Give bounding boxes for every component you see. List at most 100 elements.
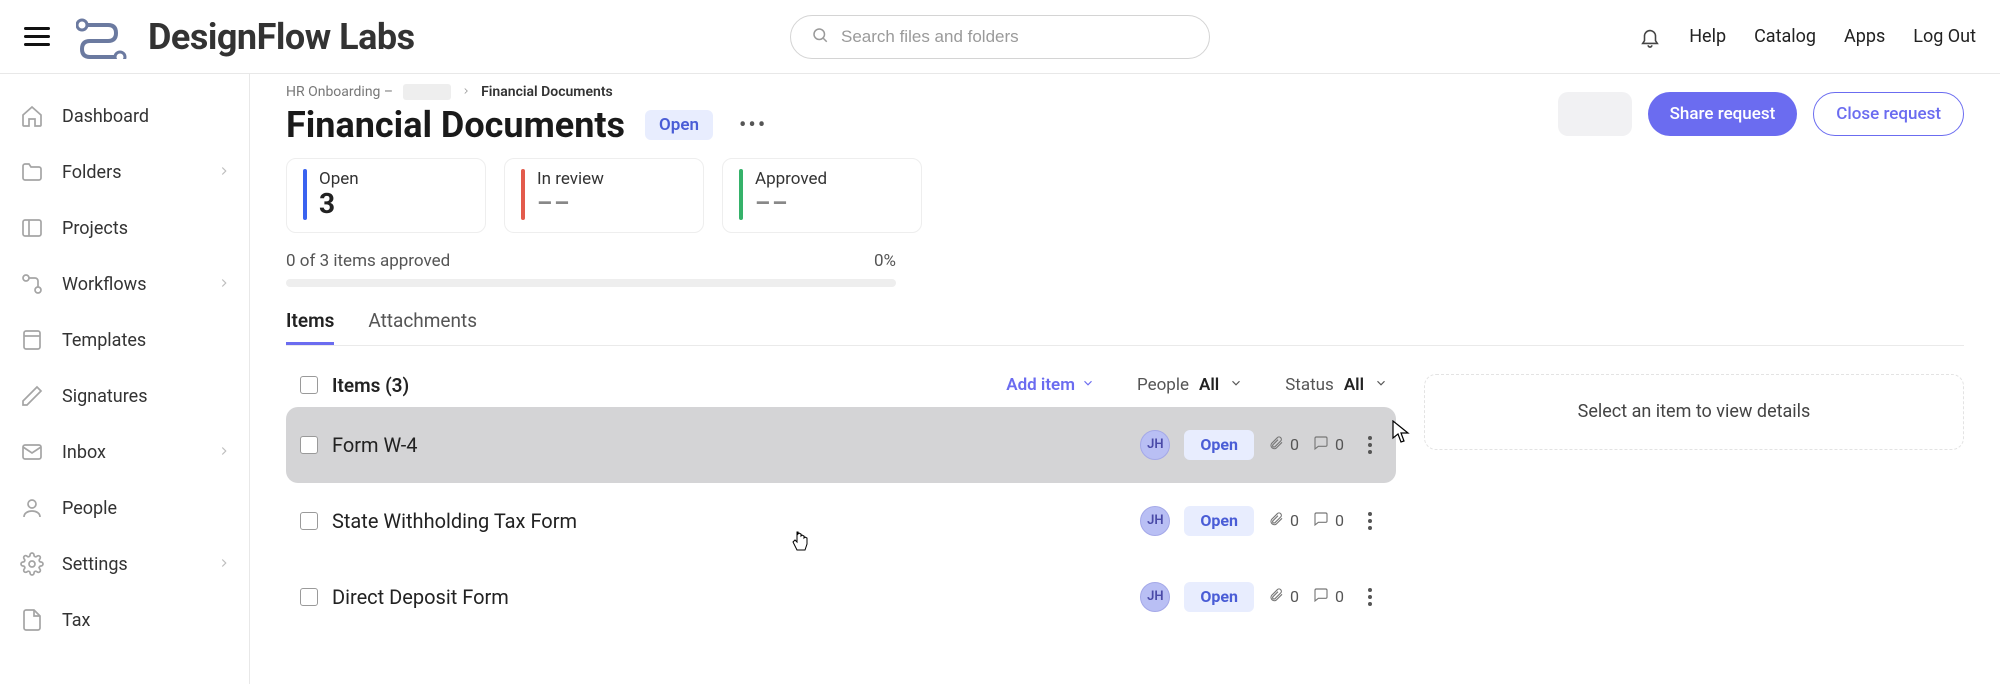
stat-label: Open (319, 169, 359, 189)
avatar[interactable]: JH (1140, 582, 1170, 612)
progress-text: 0 of 3 items approved (286, 251, 450, 271)
comments-count[interactable]: 0 (1313, 435, 1344, 455)
attachments-count[interactable]: 0 (1268, 511, 1299, 531)
items-heading: Items (3) (332, 374, 409, 397)
crumb-redacted (403, 84, 451, 100)
crumb-root[interactable]: HR Onboarding – (286, 84, 393, 100)
sidebar-item-label: Tax (62, 610, 231, 631)
close-request-button[interactable]: Close request (1813, 92, 1964, 136)
person-icon (18, 494, 46, 522)
row-menu-icon[interactable] (1358, 436, 1382, 454)
comment-icon (1313, 511, 1329, 531)
filter-people[interactable]: People All (1137, 375, 1243, 395)
sidebar-item-templates[interactable]: Templates (0, 312, 249, 368)
avatar[interactable]: JH (1140, 430, 1170, 460)
chevron-down-icon (1374, 375, 1388, 395)
sidebar-item-label: Templates (62, 330, 231, 351)
item-row[interactable]: Direct Deposit Form JH Open 0 0 (286, 559, 1396, 635)
page-title: Financial Documents (286, 104, 625, 146)
item-row[interactable]: Form W-4 JH Open 0 0 (286, 407, 1396, 483)
chevron-down-icon (1081, 375, 1095, 395)
logo-text: DesignFlow Labs (148, 16, 415, 58)
stat-value: –– (537, 189, 604, 217)
logo[interactable]: DesignFlow Labs (76, 15, 415, 59)
folder-icon (18, 158, 46, 186)
row-menu-icon[interactable] (1358, 588, 1382, 606)
status-badge: Open (1184, 506, 1254, 536)
filter-label: Status (1285, 375, 1334, 395)
search-input[interactable] (841, 27, 1189, 47)
sidebar-item-label: Signatures (62, 386, 231, 407)
sidebar-item-workflows[interactable]: Workflows (0, 256, 249, 312)
nav-help[interactable]: Help (1689, 26, 1726, 47)
sidebar-item-settings[interactable]: Settings (0, 536, 249, 592)
filter-value: All (1199, 375, 1219, 395)
sidebar-item-projects[interactable]: Projects (0, 200, 249, 256)
filter-status[interactable]: Status All (1285, 375, 1388, 395)
sidebar-item-label: Projects (62, 218, 231, 239)
chevron-right-icon (217, 163, 231, 182)
gear-icon (18, 550, 46, 578)
filter-value: All (1344, 375, 1364, 395)
comments-count[interactable]: 0 (1313, 511, 1344, 531)
document-icon (18, 606, 46, 634)
attachments-count[interactable]: 0 (1268, 435, 1299, 455)
paperclip-icon (1268, 435, 1284, 455)
nav-catalog[interactable]: Catalog (1754, 26, 1816, 47)
stat-value: 3 (319, 189, 359, 220)
status-badge: Open (1184, 582, 1254, 612)
attachments-count[interactable]: 0 (1268, 587, 1299, 607)
nav-apps[interactable]: Apps (1844, 26, 1885, 47)
sidebar-item-label: Dashboard (62, 106, 231, 127)
template-icon (18, 326, 46, 354)
search-icon (811, 26, 829, 48)
progress-percent: 0% (874, 251, 896, 271)
chevron-right-icon (217, 275, 231, 294)
stat-label: Approved (755, 169, 827, 189)
paperclip-icon (1268, 511, 1284, 531)
hamburger-menu-icon[interactable] (24, 24, 50, 50)
sidebar-item-label: Folders (62, 162, 201, 183)
item-name: Direct Deposit Form (332, 585, 852, 609)
pen-icon (18, 382, 46, 410)
sidebar: Dashboard Folders Projects Workflows Tem… (0, 74, 250, 684)
main-content: HR Onboarding – Financial Documents Fina… (250, 74, 2000, 684)
stat-label: In review (537, 169, 604, 189)
share-request-button[interactable]: Share request (1648, 92, 1798, 136)
crumb-current: Financial Documents (481, 84, 613, 100)
workflow-icon (18, 270, 46, 298)
add-item-button[interactable]: Add item (1006, 375, 1095, 395)
item-row[interactable]: State Withholding Tax Form JH Open 0 0 (286, 483, 1396, 559)
stat-approved: Approved –– (722, 158, 922, 233)
sidebar-item-dashboard[interactable]: Dashboard (0, 88, 249, 144)
comment-icon (1313, 435, 1329, 455)
home-icon (18, 102, 46, 130)
stat-in-review: In review –– (504, 158, 704, 233)
action-placeholder (1558, 92, 1632, 136)
mail-icon (18, 438, 46, 466)
avatar[interactable]: JH (1140, 506, 1170, 536)
item-name: Form W-4 (332, 433, 852, 457)
nav-logout[interactable]: Log Out (1913, 26, 1976, 47)
row-menu-icon[interactable] (1358, 512, 1382, 530)
row-checkbox[interactable] (300, 436, 318, 454)
sidebar-item-signatures[interactable]: Signatures (0, 368, 249, 424)
sidebar-item-people[interactable]: People (0, 480, 249, 536)
tab-items[interactable]: Items (286, 309, 334, 345)
sidebar-item-tax[interactable]: Tax (0, 592, 249, 648)
row-checkbox[interactable] (300, 588, 318, 606)
search-input-wrap[interactable] (790, 15, 1210, 59)
bell-icon[interactable] (1639, 26, 1661, 48)
sidebar-item-folders[interactable]: Folders (0, 144, 249, 200)
row-checkbox[interactable] (300, 512, 318, 530)
sidebar-item-inbox[interactable]: Inbox (0, 424, 249, 480)
select-all-checkbox[interactable] (300, 376, 318, 394)
sidebar-item-label: People (62, 498, 231, 519)
tab-attachments[interactable]: Attachments (368, 309, 477, 345)
status-badge: Open (645, 110, 713, 140)
more-menu-icon[interactable]: ••• (733, 109, 773, 142)
projects-icon (18, 214, 46, 242)
chevron-down-icon (1229, 375, 1243, 395)
comment-icon (1313, 587, 1329, 607)
comments-count[interactable]: 0 (1313, 587, 1344, 607)
